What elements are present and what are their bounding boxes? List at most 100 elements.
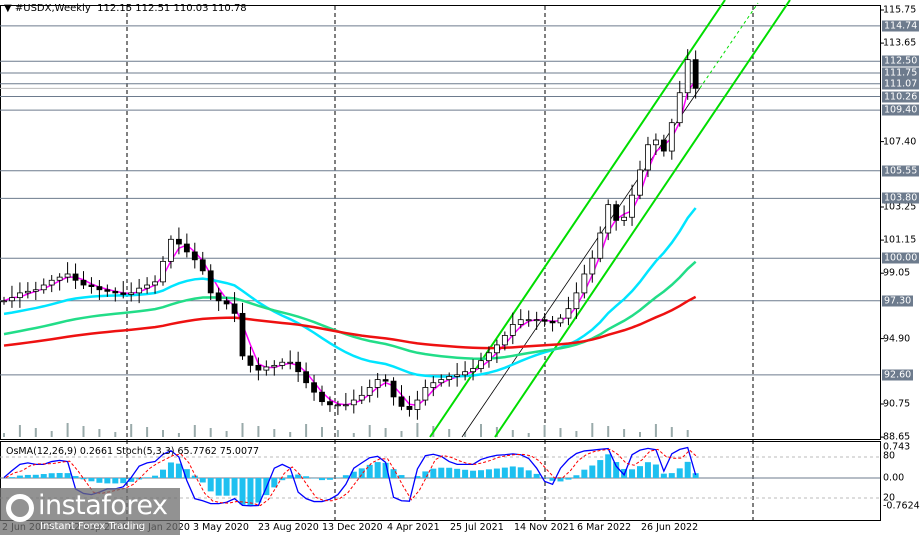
osma-bar: [462, 470, 468, 478]
candle-body: [669, 123, 674, 151]
level-label-103.80: 103.80: [882, 193, 919, 204]
candle-body: [232, 304, 237, 313]
osma-bar: [96, 478, 102, 483]
price-tick-label: 99.05: [883, 268, 910, 279]
volume-bar: [385, 428, 387, 437]
watermark-tagline: Instant Forex Trading: [40, 521, 145, 532]
osma-bar: [17, 476, 23, 478]
date-label: 23 Aug 2020: [258, 522, 319, 533]
osma-bar: [33, 475, 39, 478]
volume-bar: [178, 433, 180, 437]
channel-lower-line: [495, 0, 790, 437]
osma-bar: [240, 478, 246, 504]
osma-bar: [597, 460, 603, 478]
osma-bar: [494, 469, 500, 478]
candle-body: [335, 405, 340, 406]
osma-bar: [247, 478, 253, 506]
osma-bar: [49, 473, 55, 478]
osma-bar: [534, 474, 540, 478]
date-label: 14 Nov 2021: [514, 522, 575, 533]
osma-bar: [303, 476, 309, 478]
osma-bar: [486, 469, 492, 478]
candle-body: [359, 395, 364, 400]
volume-bar: [655, 424, 657, 437]
candle-body: [65, 274, 70, 277]
volume-bar: [210, 428, 212, 437]
volume-bar: [560, 428, 562, 437]
volume-bar: [623, 429, 625, 437]
level-label-100.00: 100.00: [882, 253, 919, 264]
osma-bar: [152, 476, 158, 478]
candle-body: [312, 383, 317, 392]
volume-bar: [3, 433, 5, 437]
level-label-97.30: 97.30: [882, 295, 913, 306]
close-value: 110.78: [212, 3, 247, 14]
osma-bar: [208, 478, 214, 491]
volume-bar: [114, 432, 116, 437]
osma-bar: [589, 466, 595, 478]
candle-body: [494, 345, 499, 353]
volume-bar: [51, 431, 53, 437]
candle-body: [129, 293, 134, 295]
low-value: 110.03: [173, 3, 208, 14]
candle-body: [41, 285, 46, 290]
candle-body: [598, 233, 603, 258]
candle-body: [471, 369, 476, 372]
candle-body: [17, 293, 22, 298]
osma-bar: [653, 465, 659, 478]
level-label-114.74: 114.74: [882, 20, 919, 31]
level-label-109.40: 109.40: [882, 105, 919, 116]
candle-body: [661, 140, 666, 151]
candle-body: [137, 288, 142, 293]
moving-average-3: [4, 80, 696, 405]
candle-body: [518, 320, 523, 325]
candle-body: [606, 205, 611, 233]
candle-body: [161, 261, 166, 281]
candle-body: [685, 60, 690, 93]
candle-body: [256, 365, 261, 370]
candle-body: [145, 285, 150, 288]
volume-bar: [162, 430, 164, 437]
osma-bar: [168, 462, 174, 478]
volume-bar: [671, 427, 673, 437]
candle-body: [463, 372, 468, 375]
candle-body: [510, 324, 515, 335]
candle-body: [240, 313, 245, 356]
volume-bar: [194, 425, 196, 437]
candle-body: [645, 145, 650, 170]
osma-bar: [677, 468, 683, 478]
candle-body: [192, 252, 197, 260]
osma-bar: [327, 478, 333, 480]
volume-bar: [687, 430, 689, 437]
volume-bar: [575, 431, 577, 437]
osma-bar: [41, 474, 47, 478]
osma-bar: [255, 478, 261, 503]
volume-bar: [273, 429, 275, 437]
volume-bar: [289, 432, 291, 437]
volume-bar: [321, 427, 323, 437]
osma-bar: [279, 478, 285, 480]
candle-body: [502, 335, 507, 344]
indicator-label: OsMA(12,26,9) 0.2661 Stoch(5,3,3) 65.776…: [6, 446, 259, 457]
osma-bar: [232, 478, 238, 496]
candle-body: [614, 205, 619, 221]
trend-line-projection: [700, 3, 758, 88]
candle-body: [431, 383, 436, 388]
candle-body: [2, 301, 7, 302]
osma-bar: [224, 478, 230, 496]
volume-bar: [512, 430, 514, 437]
osma-bar: [510, 466, 516, 478]
osma-bar: [526, 470, 532, 478]
candle-body: [423, 387, 428, 400]
volume-bar: [146, 427, 148, 437]
level-label-105.55: 105.55: [882, 165, 919, 176]
candle-body: [216, 293, 221, 301]
volume-bar: [607, 426, 609, 437]
volume-bar: [639, 432, 641, 437]
osma-bar: [319, 478, 325, 480]
moving-average-100: [4, 297, 696, 348]
instaforex-watermark: instaforexInstant Forex Trading: [0, 488, 180, 535]
osma-bar: [502, 468, 508, 478]
level-label-111.07: 111.07: [882, 78, 919, 89]
candle-body: [113, 291, 118, 293]
